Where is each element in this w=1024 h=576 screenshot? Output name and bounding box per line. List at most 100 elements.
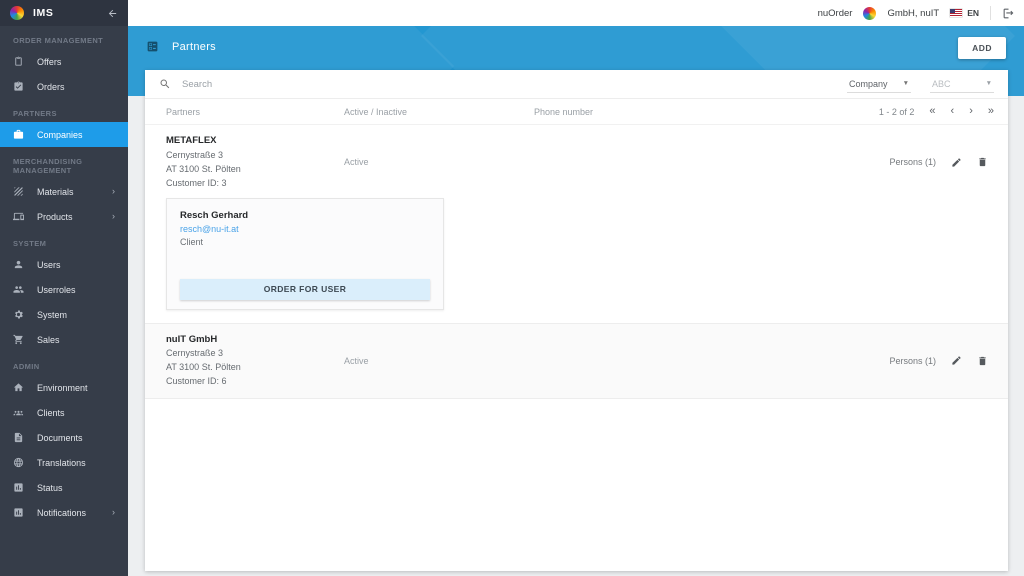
edit-pencil-icon[interactable] [951, 157, 962, 168]
clients-group-icon [13, 407, 25, 418]
chevron-right-icon: › [112, 508, 115, 517]
sidebar-item-label: Orders [37, 82, 65, 92]
search-icon [159, 78, 171, 90]
orders-icon [13, 81, 25, 92]
sidebar-item-label: Sales [37, 335, 60, 345]
products-icon [13, 211, 25, 222]
sidebar-item-clients[interactable]: Clients [0, 400, 128, 425]
partners-list-icon [146, 40, 159, 53]
partner-info: nuIT GmbH Cernystraße 3 AT 3100 St. Pölt… [159, 333, 344, 390]
sidebar-item-materials[interactable]: Materials › [0, 179, 128, 204]
sidebar-item-userroles[interactable]: Userroles [0, 277, 128, 302]
sidebar-item-label: Materials [37, 187, 74, 197]
sidebar-item-label: Products [37, 212, 73, 222]
cart-icon [13, 334, 25, 345]
sidebar-item-label: Offers [37, 57, 61, 67]
partner-info: METAFLEX Cernystraße 3 AT 3100 St. Pölte… [159, 134, 344, 191]
main-content: Partners ADD Company ▼ ABC ▼ [128, 26, 1024, 576]
persons-count[interactable]: Persons (1) [889, 157, 936, 167]
sidebar-item-sales[interactable]: Sales [0, 327, 128, 352]
globe-icon [13, 457, 25, 468]
table-row-nuit-gmbh[interactable]: nuIT GmbH Cernystraße 3 AT 3100 St. Pölt… [145, 324, 1008, 400]
next-page-icon[interactable]: › [969, 106, 973, 117]
partners-list: METAFLEX Cernystraße 3 AT 3100 St. Pölte… [145, 125, 1008, 571]
partner-status: Active [344, 356, 534, 366]
person-role: Client [180, 236, 430, 250]
sidebar-item-offers[interactable]: Offers [0, 49, 128, 74]
home-icon [13, 382, 25, 393]
pagination: 1 - 2 of 2 « ‹ › » [879, 106, 994, 117]
sidebar-item-system[interactable]: System [0, 302, 128, 327]
sidebar-item-label: Status [37, 483, 63, 493]
sidebar-item-environment[interactable]: Environment [0, 375, 128, 400]
delete-trash-icon[interactable] [977, 156, 988, 168]
language-selector[interactable]: EN [950, 8, 979, 18]
sidebar-item-orders[interactable]: Orders [0, 74, 128, 99]
topbar: nuOrder GmbH, nuIT EN [128, 0, 1024, 26]
section-label-partners: PARTNERS [0, 99, 128, 122]
sidebar-item-documents[interactable]: Documents [0, 425, 128, 450]
search-toolbar: Company ▼ ABC ▼ [145, 70, 1008, 99]
account-name[interactable]: GmbH, nuIT [887, 8, 939, 19]
sidebar: IMS ORDER MANAGEMENT Offers Orders PARTN… [0, 0, 128, 576]
company-filter-dropdown[interactable]: Company ▼ [847, 76, 911, 93]
column-active-inactive: Active / Inactive [344, 107, 534, 117]
sidebar-item-translations[interactable]: Translations [0, 450, 128, 475]
partner-address-line1: Cernystraße 3 [166, 347, 344, 361]
delete-trash-icon[interactable] [977, 355, 988, 367]
logout-icon[interactable] [1002, 7, 1015, 20]
section-label-system: SYSTEM [0, 229, 128, 252]
persons-count[interactable]: Persons (1) [889, 356, 936, 366]
sidebar-collapse-icon[interactable] [107, 8, 118, 19]
first-page-icon[interactable]: « [929, 106, 935, 117]
order-for-user-button[interactable]: ORDER FOR USER [180, 279, 430, 300]
sidebar-item-notifications[interactable]: Notifications › [0, 500, 128, 525]
sidebar-item-products[interactable]: Products › [0, 204, 128, 229]
row-actions: Persons (1) [889, 156, 994, 168]
chevron-right-icon: › [112, 187, 115, 196]
person-card: Resch Gerhard resch@nu-it.at Client ORDE… [166, 198, 444, 310]
person-email-link[interactable]: resch@nu-it.at [180, 223, 430, 237]
chevron-down-icon: ▼ [986, 80, 992, 87]
table-row-metaflex[interactable]: METAFLEX Cernystraße 3 AT 3100 St. Pölte… [145, 125, 1008, 324]
sidebar-item-label: System [37, 310, 67, 320]
sidebar-item-companies[interactable]: Companies [0, 122, 128, 147]
partner-address-line2: AT 3100 St. Pölten [166, 361, 344, 375]
column-phone-number: Phone number [534, 107, 879, 117]
last-page-icon[interactable]: » [988, 106, 994, 117]
app-name: IMS [33, 7, 98, 19]
bar-chart-icon [13, 507, 25, 518]
companies-icon [13, 129, 25, 140]
column-partners: Partners [159, 107, 344, 117]
sidebar-item-users[interactable]: Users [0, 252, 128, 277]
app-window: IMS ORDER MANAGEMENT Offers Orders PARTN… [0, 0, 1024, 576]
sidebar-item-label: Translations [37, 458, 86, 468]
row-actions: Persons (1) [889, 355, 994, 367]
partners-card: Company ▼ ABC ▼ Partners Active / Inacti… [145, 70, 1008, 571]
person-name: Resch Gerhard [180, 209, 430, 223]
company-filter-label: Company [849, 79, 888, 89]
partner-name: METAFLEX [166, 134, 344, 149]
company-logo-icon [863, 7, 876, 20]
sidebar-header: IMS [0, 0, 128, 26]
section-label-merchandising: MERCHANDISING MANAGEMENT [0, 147, 128, 179]
bar-chart-icon [13, 482, 25, 493]
pagination-range: 1 - 2 of 2 [879, 107, 915, 117]
add-button[interactable]: ADD [958, 37, 1006, 59]
abc-filter-dropdown[interactable]: ABC ▼ [930, 76, 994, 93]
edit-pencil-icon[interactable] [951, 355, 962, 366]
section-label-order-management: ORDER MANAGEMENT [0, 26, 128, 49]
partner-address-line1: Cernystraße 3 [166, 149, 344, 163]
search-input[interactable] [182, 79, 836, 90]
partner-customer-id: Customer ID: 3 [166, 177, 344, 191]
brand-name: nuOrder [818, 8, 853, 19]
sidebar-item-label: Clients [37, 408, 65, 418]
partner-customer-id: Customer ID: 6 [166, 375, 344, 389]
sidebar-item-status[interactable]: Status [0, 475, 128, 500]
users-icon [13, 259, 25, 270]
partner-status: Active [344, 157, 534, 167]
previous-page-icon[interactable]: ‹ [951, 106, 955, 117]
sidebar-item-label: Companies [37, 130, 83, 140]
section-label-admin: ADMIN [0, 352, 128, 375]
sidebar-nav: ORDER MANAGEMENT Offers Orders PARTNERS … [0, 26, 128, 525]
